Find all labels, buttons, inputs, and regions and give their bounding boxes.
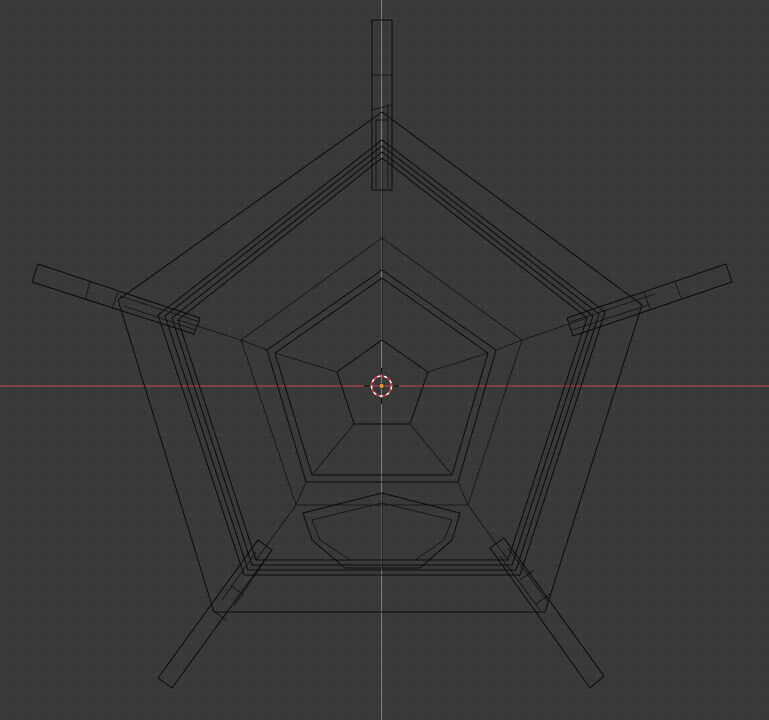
3d-viewport[interactable]	[0, 0, 769, 720]
viewport-canvas[interactable]	[0, 0, 769, 720]
object-origin-icon[interactable]	[378, 383, 385, 389]
